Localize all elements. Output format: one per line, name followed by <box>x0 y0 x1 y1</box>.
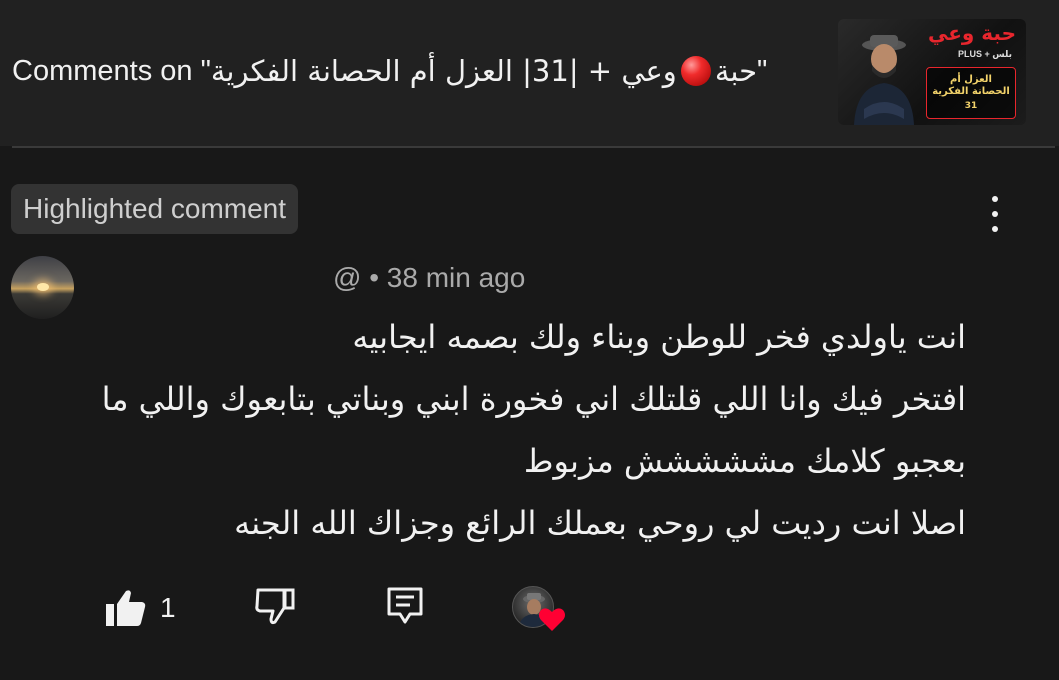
more-options-icon[interactable] <box>985 196 1005 232</box>
thumbs-up-icon[interactable] <box>104 588 148 628</box>
title-arabic-part1: حبة <box>714 54 758 88</box>
thumbnail-episode-line2: الحصانة الفكرية <box>932 86 1010 97</box>
comment-line: افتخر فيك وانا اللي قلتلك اني فخورة ابني… <box>101 380 966 418</box>
thumbnail-episode-box: العزل أم الحصانة الفكرية 31 <box>926 67 1016 119</box>
kebab-dot <box>992 196 998 202</box>
thumbnail-episode-number: 31 <box>964 101 978 111</box>
thumbnail-plus: PLUS + بلس <box>957 49 1012 59</box>
comment-line: انت ياولدي فخر للوطن وبناء ولك بصمه ايجا… <box>352 318 966 356</box>
kebab-dot <box>992 226 998 232</box>
comment-line: اصلا انت رديت لي روحي بعملك الرائع وجزاك… <box>234 504 966 542</box>
comment-actions: 1 <box>104 586 584 631</box>
highlighted-comment-chip: Highlighted comment <box>11 184 299 234</box>
presenter-image <box>854 35 914 125</box>
comment-meta: @ • 38 min ago <box>333 262 526 293</box>
like-count: 1 <box>160 592 176 623</box>
header-divider <box>12 146 1055 148</box>
comment-line: بعجبو كلامك مششششش مزبوط <box>523 442 966 480</box>
reply-icon[interactable] <box>386 586 424 626</box>
heart-icon <box>539 608 565 631</box>
header-title: Comments on " حبة وعي + |31| العزل أم ال… <box>12 54 767 88</box>
title-prefix: Comments on " <box>12 54 211 87</box>
commenter-avatar[interactable] <box>11 256 74 319</box>
thumbnail-episode-line1: العزل أم <box>950 74 992 85</box>
video-thumbnail[interactable]: حبة وعي PLUS + بلس العزل أم الحصانة الفك… <box>838 19 1026 125</box>
comments-header: Comments on " حبة وعي + |31| العزل أم ال… <box>0 0 1059 146</box>
title-arabic: حبة وعي + |31| العزل أم الحصانة الفكرية <box>211 54 757 88</box>
thumbnail-title: حبة وعي <box>928 21 1016 45</box>
thumbs-down-icon[interactable] <box>254 586 296 626</box>
title-suffix: " <box>757 54 768 87</box>
kebab-dot <box>992 211 998 217</box>
comment-text: انت ياولدي فخر للوطن وبناء ولك بصمه ايجا… <box>101 306 966 554</box>
title-arabic-part2: وعي + |31| العزل أم الحصانة الفكرية <box>210 54 677 88</box>
red-dot-icon <box>680 56 711 86</box>
creator-heart <box>512 586 568 634</box>
sunset-graphic <box>37 283 49 291</box>
